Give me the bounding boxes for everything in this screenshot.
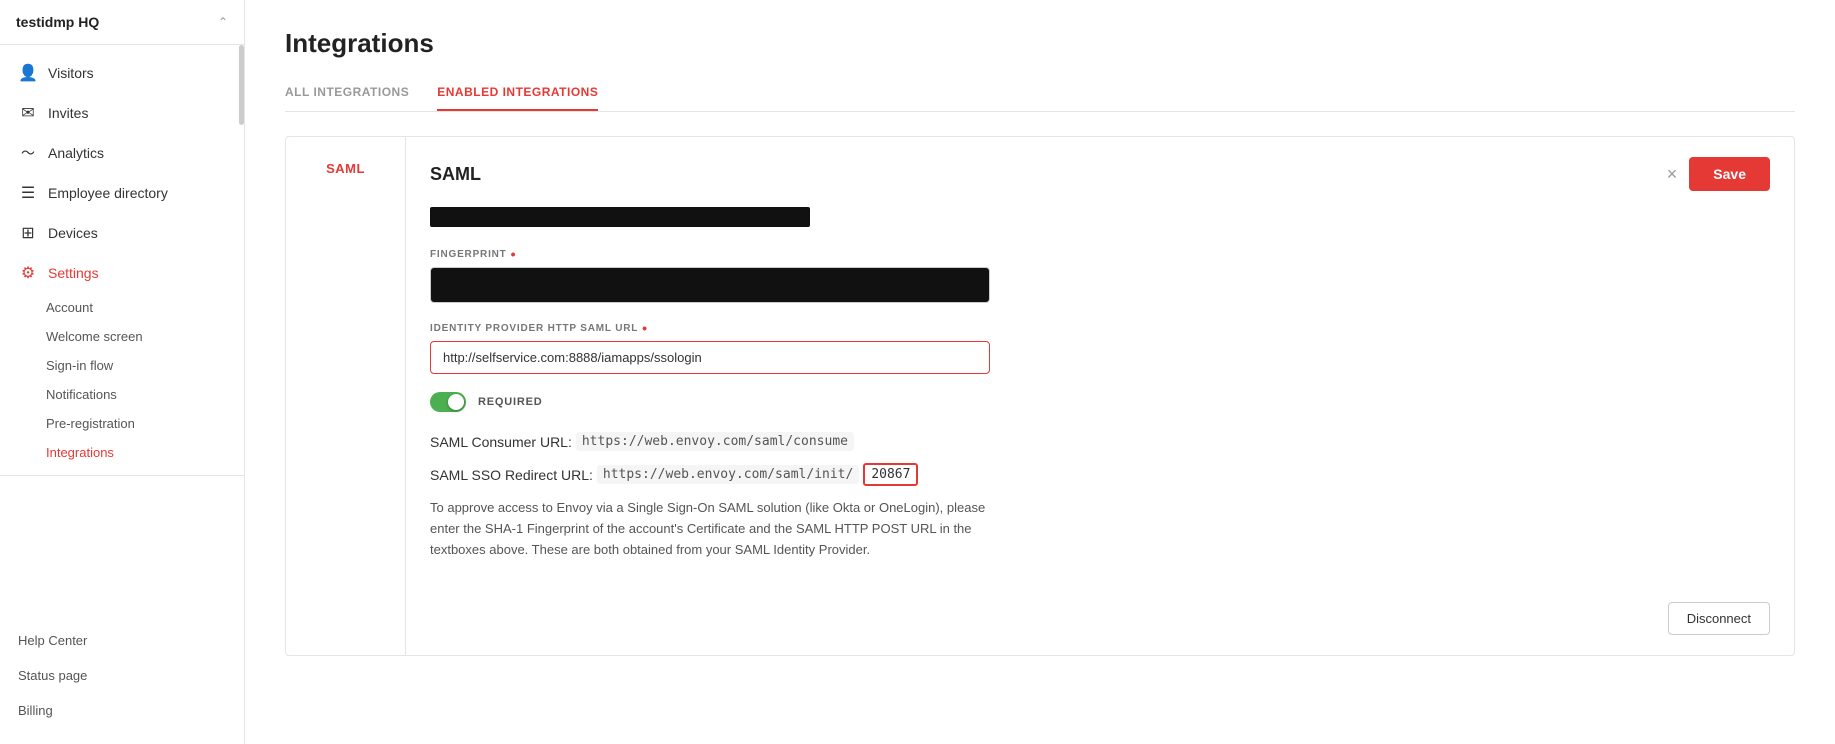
sidebar-item-employee-directory[interactable]: ☰ Employee directory (0, 173, 244, 213)
main-header: Integrations All Integrations Enabled In… (245, 0, 1835, 112)
tabs: All Integrations Enabled Integrations (285, 75, 1795, 112)
scroll-indicator (239, 45, 244, 125)
org-chevron-icon: ⌃ (218, 15, 228, 29)
sidebar-header[interactable]: testidmp HQ ⌃ (0, 0, 244, 45)
org-name: testidmp HQ (16, 14, 99, 30)
sidebar-item-label: Devices (48, 225, 98, 241)
saml-name: SAML (430, 164, 481, 185)
settings-icon: ⚙ (18, 263, 38, 283)
idp-url-required-dot: • (642, 321, 648, 335)
fingerprint-required-dot: • (511, 247, 517, 261)
visitors-icon: 👤 (18, 63, 38, 83)
sidebar-item-settings[interactable]: ⚙ Settings (0, 253, 244, 293)
sidebar-item-label: Invites (48, 105, 88, 121)
sidebar-item-label: Billing (18, 703, 53, 718)
required-toggle-row: REQUIRED (430, 392, 1770, 412)
sidebar-item-label: Analytics (48, 145, 104, 161)
sidebar: testidmp HQ ⌃ 👤 Visitors ✉ Invites 〜 Ana… (0, 0, 245, 744)
sidebar-bottom: Help Center Status page Billing (0, 615, 244, 744)
close-button[interactable]: × (1667, 165, 1678, 183)
saml-card: SAML SAML × Save FINGERPRINT • (285, 136, 1795, 656)
employee-directory-icon: ☰ (18, 183, 38, 203)
sidebar-item-label: Help Center (18, 633, 87, 648)
saml-actions: × Save (1667, 157, 1770, 191)
toggle-knob (448, 394, 464, 410)
sso-redirect-url-row: SAML SSO Redirect URL: https://web.envoy… (430, 463, 1770, 486)
sso-redirect-id: 20867 (863, 463, 918, 486)
sidebar-item-welcome-screen[interactable]: Welcome screen (0, 322, 244, 351)
saml-card-body: SAML × Save FINGERPRINT • (406, 137, 1794, 655)
sidebar-item-integrations[interactable]: Integrations (0, 438, 244, 467)
sidebar-item-label: Employee directory (48, 185, 168, 201)
sidebar-item-label: Status page (18, 668, 87, 683)
required-toggle-label: REQUIRED (478, 396, 542, 408)
sidebar-item-pre-registration[interactable]: Pre-registration (0, 409, 244, 438)
sidebar-item-analytics[interactable]: 〜 Analytics (0, 133, 244, 173)
sidebar-item-notifications[interactable]: Notifications (0, 380, 244, 409)
sidebar-item-visitors[interactable]: 👤 Visitors (0, 53, 244, 93)
consumer-url-row: SAML Consumer URL: https://web.envoy.com… (430, 432, 1770, 451)
fingerprint-input[interactable] (430, 267, 990, 303)
settings-sub-nav: Account Welcome screen Sign-in flow Noti… (0, 293, 244, 467)
disconnect-button[interactable]: Disconnect (1668, 602, 1770, 635)
consumer-url-value: https://web.envoy.com/saml/consume (576, 432, 854, 451)
saml-top-row: SAML × Save (430, 157, 1770, 191)
sidebar-item-help-center[interactable]: Help Center (0, 623, 244, 658)
sidebar-item-sign-in-flow[interactable]: Sign-in flow (0, 351, 244, 380)
required-toggle[interactable] (430, 392, 466, 412)
sidebar-item-devices[interactable]: ⊞ Devices (0, 213, 244, 253)
fingerprint-value-redacted (443, 278, 743, 292)
sso-redirect-key: SAML SSO Redirect URL: (430, 467, 593, 483)
idp-url-label: IDENTITY PROVIDER HTTP SAML URL • (430, 321, 1770, 335)
sidebar-item-account[interactable]: Account (0, 293, 244, 322)
analytics-icon: 〜 (18, 143, 38, 163)
main-content-area: Integrations All Integrations Enabled In… (245, 0, 1835, 744)
sidebar-nav: 👤 Visitors ✉ Invites 〜 Analytics ☰ Emplo… (0, 45, 244, 615)
saml-description: To approve access to Envoy via a Single … (430, 498, 990, 560)
invites-icon: ✉ (18, 103, 38, 123)
saml-card-sidebar: SAML (286, 137, 406, 655)
integrations-content: SAML SAML × Save FINGERPRINT • (245, 112, 1835, 744)
idp-url-input[interactable] (430, 341, 990, 374)
saml-sidebar-label: SAML (326, 161, 365, 176)
sidebar-item-label: Visitors (48, 65, 94, 81)
save-button[interactable]: Save (1689, 157, 1770, 191)
fingerprint-label: FINGERPRINT • (430, 247, 1770, 261)
devices-icon: ⊞ (18, 223, 38, 243)
tab-enabled-integrations[interactable]: Enabled Integrations (437, 75, 598, 111)
sidebar-item-status-page[interactable]: Status page (0, 658, 244, 693)
sidebar-item-label: Settings (48, 265, 99, 281)
sidebar-item-invites[interactable]: ✉ Invites (0, 93, 244, 133)
sso-redirect-prefix: https://web.envoy.com/saml/init/ (597, 465, 859, 484)
sidebar-divider (0, 475, 244, 476)
tab-all-integrations[interactable]: All Integrations (285, 75, 409, 111)
page-title: Integrations (285, 28, 1795, 59)
sidebar-item-billing[interactable]: Billing (0, 693, 244, 728)
consumer-url-key: SAML Consumer URL: (430, 434, 572, 450)
saml-name-field-redacted (430, 207, 810, 227)
